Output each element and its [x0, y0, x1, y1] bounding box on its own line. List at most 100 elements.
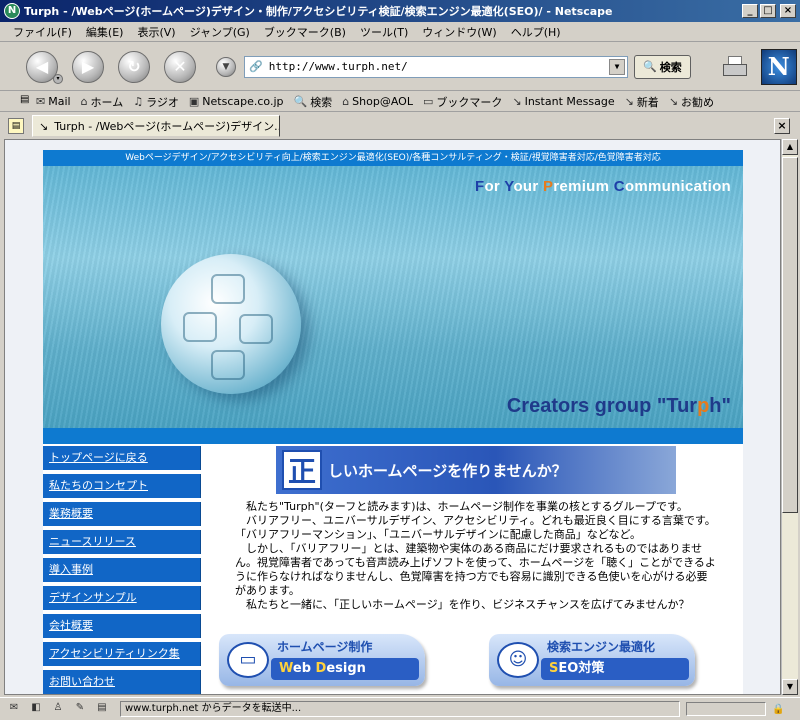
scroll-down-button[interactable]: ▼	[782, 679, 798, 695]
web-design-button[interactable]: ▭ ホームページ制作 Web Design	[219, 634, 425, 686]
link-icon: ↘	[512, 95, 522, 108]
reload-icon: ↻	[127, 57, 141, 76]
progress-meter	[686, 702, 766, 716]
url-history-button[interactable]: ▼	[216, 56, 236, 77]
scroll-up-button[interactable]: ▲	[782, 139, 798, 155]
forward-arrow-icon: ▶	[81, 57, 95, 76]
bookmark-label: Mail	[48, 95, 71, 108]
bookmark-recommend[interactable]: ↘ お勧め	[669, 94, 714, 110]
status-bar: ✉ ◧ ♙ ✎ ▤ www.turph.net からデータを転送中... 🔒	[0, 697, 800, 720]
maximize-button[interactable]: □	[760, 4, 776, 18]
window-title-bar[interactable]: N Turph - /Webページ(ホームページ)デザイン・制作/アクセシビリテ…	[0, 0, 800, 22]
tab-label: Turph - /Webページ(ホームページ)デザイン...	[54, 120, 280, 133]
bookmark-new[interactable]: ↘ 新着	[625, 94, 659, 110]
close-window-button[interactable]: ×	[780, 4, 796, 18]
bookmark-label: ホーム	[90, 95, 124, 109]
printer-icon	[722, 63, 747, 76]
menu-tools[interactable]: ツール(T)	[353, 24, 415, 40]
link-icon: ↘	[39, 119, 49, 133]
intro-paragraph: 私たち"Turph"(ターフと読みます)は、ホームページ制作を事業の核とするグル…	[246, 500, 688, 513]
link-icon: ↘	[624, 95, 634, 108]
back-button[interactable]: ◀ ▾	[26, 50, 63, 84]
link-icon: ↘	[668, 95, 679, 108]
composer-icon[interactable]: ✎	[72, 702, 88, 716]
nav-link-business[interactable]: 業務概要	[43, 502, 201, 526]
page-icon: 🔗	[249, 60, 263, 73]
seo-button[interactable]: ☺ 検索エンジン最適化 SEO対策	[489, 634, 695, 686]
bookmark-label: お勧め	[681, 95, 715, 109]
menu-bookmarks[interactable]: ブックマーク(B)	[257, 24, 353, 40]
mail-icon[interactable]: ✉	[6, 702, 22, 716]
navigator-icon[interactable]: ◧	[28, 702, 44, 716]
status-text: www.turph.net からデータを転送中...	[120, 701, 680, 717]
url-text[interactable]: http://www.turph.net/	[269, 60, 609, 73]
menu-help[interactable]: ヘルプ(H)	[504, 24, 568, 40]
nav-link-top[interactable]: トップページに戻る	[43, 446, 201, 470]
navigation-toolbar: ◀ ▾ ▶ ↻ ✕ ▼ 🔗 http://www.turph.net/ ▼ 🔍 …	[0, 43, 800, 91]
search-button[interactable]: 🔍 検索	[634, 54, 691, 79]
print-button[interactable]	[721, 54, 751, 80]
menu-go[interactable]: ジャンプ(G)	[183, 24, 257, 40]
close-tab-button[interactable]: ×	[774, 118, 790, 134]
service-title: 検索エンジン最適化	[547, 640, 656, 654]
bookmark-label: Instant Message	[524, 95, 615, 108]
nav-link-news[interactable]: ニュースリリース	[43, 530, 201, 554]
nav-link-cases[interactable]: 導入事例	[43, 558, 201, 582]
sidebar-toggle-icon[interactable]: ▤	[8, 118, 24, 134]
bookmark-shop[interactable]: ⌂ Shop@AOL	[342, 95, 413, 108]
bookmark-netscape[interactable]: ▣ Netscape.co.jp	[189, 95, 284, 108]
nav-link-accessibility[interactable]: アクセシビリティリンク集	[43, 642, 201, 666]
nav-link-contact[interactable]: お問い合わせ	[43, 670, 201, 694]
vertical-scrollbar[interactable]: ▲ ▼	[781, 139, 798, 695]
tab-bar: ▤ ↘ Turph - /Webページ(ホームページ)デザイン... ×	[0, 114, 800, 138]
my-icon: ▣	[188, 95, 200, 108]
folder-icon: ▭	[422, 95, 434, 108]
menu-edit[interactable]: 編集(E)	[79, 24, 131, 40]
computer-icon: ▭	[227, 642, 269, 678]
search-button-label: 検索	[659, 60, 682, 74]
tab-active[interactable]: ↘ Turph - /Webページ(ホームページ)デザイン...	[32, 115, 280, 137]
menu-bar: ファイル(F) 編集(E) 表示(V) ジャンプ(G) ブックマーク(B) ツー…	[0, 22, 800, 42]
toolbar-menu-icon[interactable]: ▤	[20, 94, 34, 108]
magnifier-icon: 🔍	[643, 60, 657, 73]
security-icon[interactable]: 🔒	[772, 704, 784, 715]
creators-logo: Creators group "Turph"	[506, 395, 731, 417]
stop-button[interactable]: ✕	[164, 50, 196, 83]
page-viewport[interactable]: Webページデザイン/アクセシビリティ向上/検索エンジン最適化(SEO)/各種コ…	[4, 139, 781, 695]
bookmark-label: Netscape.co.jp	[202, 95, 284, 108]
bookmark-folder[interactable]: ▭ ブックマーク	[423, 94, 502, 110]
reload-button[interactable]: ↻	[118, 50, 150, 83]
back-dropdown-icon[interactable]: ▾	[53, 73, 63, 84]
menu-window[interactable]: ウィンドウ(W)	[415, 24, 503, 40]
bookmark-search[interactable]: 🔍 検索	[293, 94, 332, 110]
netscape-logo[interactable]: N	[760, 48, 797, 85]
instant-messenger-icon[interactable]: ♙	[50, 702, 66, 716]
nav-link-company[interactable]: 会社概要	[43, 614, 201, 638]
bookmark-label: ラジオ	[146, 95, 179, 109]
bookmark-instant-message[interactable]: ↘ Instant Message	[512, 95, 614, 108]
scroll-thumb[interactable]	[782, 157, 798, 513]
bookmark-label: 検索	[310, 95, 333, 109]
intro-paragraph: バリアフリー、ユニバーサルデザイン、アクセシビリティ。どれも最近良く目にする言葉…	[235, 514, 716, 541]
service-label: Web Design	[271, 658, 419, 680]
nav-link-concept[interactable]: 私たちのコンセプト	[43, 474, 201, 498]
forward-button[interactable]: ▶	[72, 50, 104, 83]
url-dropdown-button[interactable]: ▼	[609, 58, 625, 75]
netscape-app-icon[interactable]: N	[4, 3, 20, 19]
url-field[interactable]: 🔗 http://www.turph.net/ ▼	[244, 55, 628, 78]
hero-image: For Your Premium Communication Creators …	[43, 166, 743, 428]
minimize-button[interactable]: _	[742, 4, 758, 18]
content-area: トップページに戻る 私たちのコンセプト 業務概要 ニュースリリース 導入事例 デ…	[43, 444, 743, 694]
menu-view[interactable]: 表示(V)	[130, 24, 182, 40]
menu-file[interactable]: ファイル(F)	[6, 24, 79, 40]
nav-link-samples[interactable]: デザインサンプル	[43, 586, 201, 610]
address-book-icon[interactable]: ▤	[94, 702, 110, 716]
bookmark-mail[interactable]: ✉ Mail	[36, 95, 71, 108]
search-icon: 🔍	[293, 95, 308, 108]
stop-icon: ✕	[173, 57, 187, 76]
bookmark-radio[interactable]: ♫ ラジオ	[133, 94, 179, 110]
bookmark-home[interactable]: ⌂ ホーム	[81, 94, 124, 110]
services-section: ▭ ホームページ制作 Web Design ☺ 検索エンジン最適化 SEO対策	[219, 634, 749, 694]
shop-icon: ⌂	[342, 95, 350, 108]
bookmark-label: 新着	[636, 95, 659, 109]
